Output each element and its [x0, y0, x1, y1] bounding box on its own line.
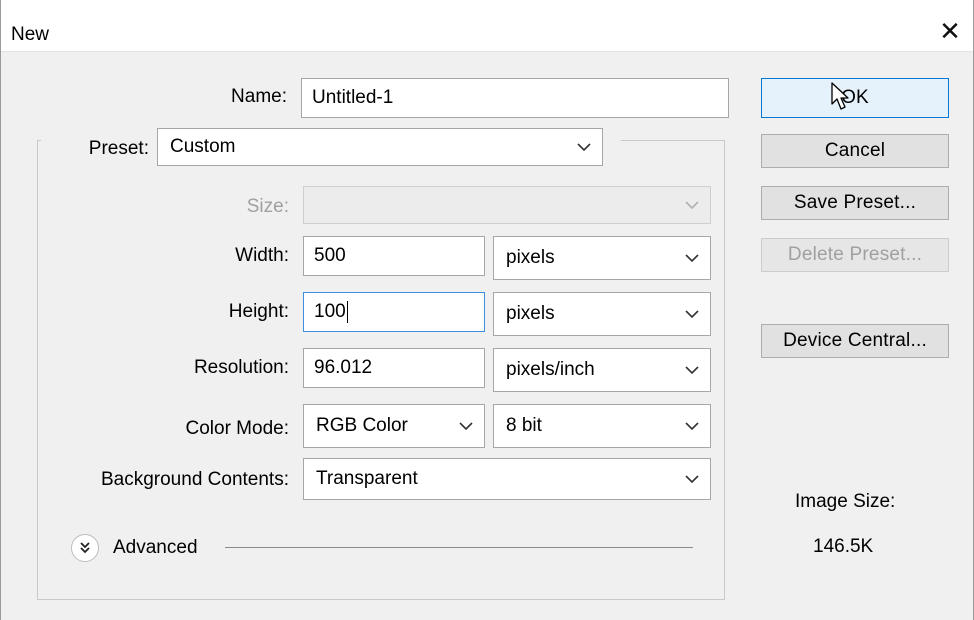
chevron-down-icon [685, 310, 699, 319]
save-preset-button[interactable]: Save Preset... [761, 186, 949, 220]
mouse-pointer-icon [831, 82, 849, 110]
bit-depth-select[interactable]: 8 bit [493, 404, 711, 448]
background-contents-select[interactable]: Transparent [303, 458, 711, 500]
dialog-title: New [11, 24, 50, 45]
height-input[interactable]: 100 [303, 292, 485, 332]
color-mode-value: RGB Color [316, 415, 408, 436]
save-preset-label: Save Preset... [793, 192, 917, 213]
name-input[interactable]: Untitled-1 [301, 78, 729, 118]
chevron-down-icon [459, 422, 473, 431]
advanced-label[interactable]: Advanced [113, 537, 198, 559]
height-label: Height: [228, 301, 289, 322]
new-document-dialog: New ✕ Name: Untitled-1 Preset: Custom Si… [0, 0, 974, 620]
width-unit-select[interactable]: pixels [493, 236, 711, 280]
size-select [303, 186, 711, 224]
image-size-value: 146.5K [813, 536, 874, 557]
background-contents-value: Transparent [316, 468, 418, 489]
width-unit-value: pixels [506, 247, 555, 268]
name-input-value: Untitled-1 [312, 87, 394, 108]
text-caret [346, 300, 348, 323]
double-chevron-down-icon [80, 542, 90, 554]
device-central-button[interactable]: Device Central... [761, 324, 949, 358]
advanced-toggle[interactable] [71, 534, 99, 562]
resolution-unit-value: pixels/inch [506, 359, 595, 380]
preset-select[interactable]: Custom [157, 128, 603, 166]
advanced-divider [225, 547, 693, 548]
device-central-label: Device Central... [783, 330, 927, 351]
width-input-value: 500 [314, 245, 346, 266]
resolution-unit-select[interactable]: pixels/inch [493, 348, 711, 392]
resolution-label: Resolution: [193, 357, 289, 378]
bit-depth-value: 8 bit [506, 415, 542, 436]
background-contents-label: Background Contents: [100, 469, 289, 490]
name-label: Name: [231, 86, 287, 107]
preset-label: Preset: [88, 138, 149, 159]
height-input-value: 100 [314, 301, 346, 322]
chevron-down-icon [685, 366, 699, 375]
color-mode-select[interactable]: RGB Color [303, 404, 485, 448]
resolution-input-value: 96.012 [314, 357, 373, 378]
chevron-down-icon [685, 475, 699, 484]
cancel-button-label: Cancel [824, 140, 886, 161]
size-label: Size: [246, 196, 289, 217]
title-bar: New ✕ [1, 0, 973, 52]
chevron-down-icon [577, 143, 591, 152]
delete-preset-button: Delete Preset... [761, 238, 949, 272]
chevron-down-icon [685, 254, 699, 263]
cancel-button[interactable]: Cancel [761, 134, 949, 168]
resolution-input[interactable]: 96.012 [303, 348, 485, 388]
chevron-down-icon [685, 422, 699, 431]
height-unit-select[interactable]: pixels [493, 292, 711, 336]
color-mode-label: Color Mode: [185, 418, 290, 439]
ok-button[interactable]: OK [761, 78, 949, 118]
height-unit-value: pixels [506, 303, 555, 324]
width-input[interactable]: 500 [303, 236, 485, 276]
chevron-down-icon [685, 201, 699, 210]
close-icon[interactable]: ✕ [927, 14, 973, 48]
width-label: Width: [235, 245, 289, 266]
image-size-label: Image Size: [795, 491, 896, 512]
delete-preset-label: Delete Preset... [787, 244, 923, 265]
preset-select-value: Custom [170, 136, 236, 157]
